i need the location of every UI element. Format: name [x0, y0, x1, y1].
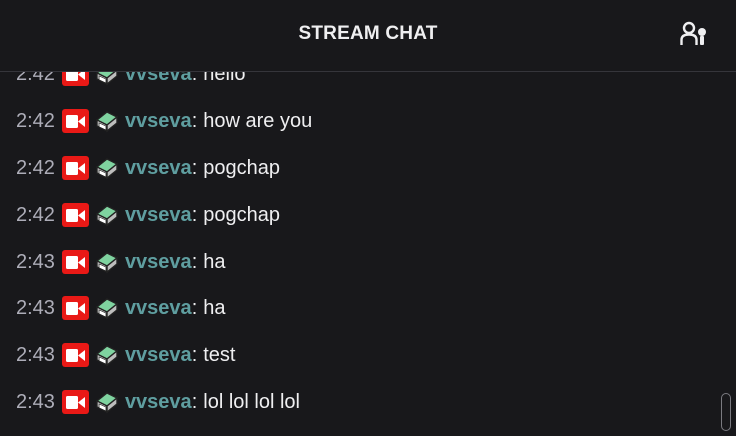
chat-message: 2:42 vvseva: pogchap [16, 200, 280, 230]
message-text: ha [203, 296, 226, 319]
message-timestamp: 2:43 [16, 250, 55, 273]
message-username[interactable]: vvseva [125, 297, 192, 320]
ant-badge-icon[interactable] [93, 295, 121, 321]
chat-scrollbar[interactable] [721, 393, 731, 431]
message-timestamp: 2:43 [16, 296, 55, 319]
chat-message: 2:43 vvseva: test [16, 340, 236, 370]
chat-message: 2:42 vvseva: how are you [16, 106, 312, 136]
broadcaster-badge-icon[interactable] [61, 296, 89, 320]
chat-message: 2:43 vvseva: ha [16, 293, 226, 323]
message-text: test [203, 343, 236, 366]
message-text: pogchap [203, 156, 280, 179]
chat-header: STREAM CHAT [0, 0, 736, 72]
chat-title: STREAM CHAT [298, 23, 438, 44]
ant-badge-icon[interactable] [93, 155, 121, 181]
ant-badge-icon[interactable] [93, 389, 121, 415]
message-username[interactable]: vvseva [125, 391, 192, 414]
broadcaster-badge-icon[interactable] [61, 343, 89, 367]
broadcaster-badge-icon[interactable] [61, 156, 89, 180]
message-text: lol lol lol lol [203, 390, 300, 413]
message-username[interactable]: vvseva [125, 110, 192, 133]
message-timestamp: 2:42 [16, 203, 55, 226]
broadcaster-badge-icon[interactable] [61, 203, 89, 227]
message-timestamp: 2:43 [16, 343, 55, 366]
users-icon[interactable] [678, 18, 714, 52]
chat-message: 2:43 vvseva: lol lol lol lol [16, 387, 300, 417]
ant-badge-icon[interactable] [93, 342, 121, 368]
message-username[interactable]: vvseva [125, 251, 192, 274]
message-timestamp: 2:43 [16, 390, 55, 413]
broadcaster-badge-icon[interactable] [61, 390, 89, 414]
message-text: pogchap [203, 203, 280, 226]
message-timestamp: 2:42 [16, 156, 55, 179]
broadcaster-badge-icon[interactable] [61, 109, 89, 133]
chat-message: 2:43 vvseva: ha [16, 247, 226, 277]
ant-badge-icon[interactable] [93, 249, 121, 275]
ant-badge-icon[interactable] [93, 202, 121, 228]
chat-message: 2:42 vvseva: pogchap [16, 153, 280, 183]
message-username[interactable]: vvseva [125, 204, 192, 227]
message-username[interactable]: vvseva [125, 344, 192, 367]
message-text: ha [203, 250, 226, 273]
ant-badge-icon[interactable] [93, 108, 121, 134]
message-username[interactable]: vvseva [125, 157, 192, 180]
message-timestamp: 2:42 [16, 109, 55, 132]
broadcaster-badge-icon[interactable] [61, 250, 89, 274]
message-text: how are you [203, 109, 313, 132]
